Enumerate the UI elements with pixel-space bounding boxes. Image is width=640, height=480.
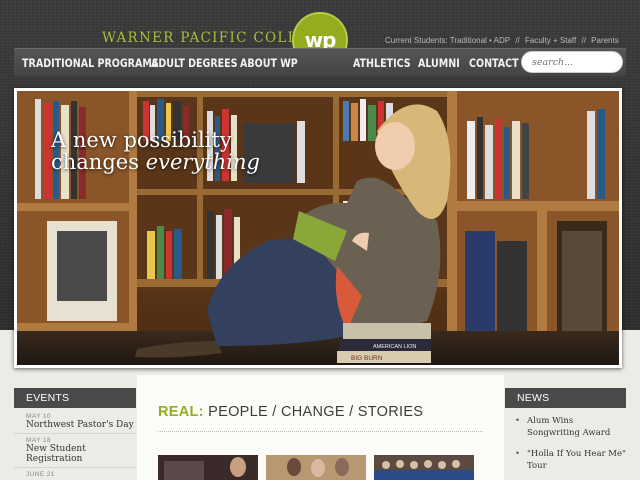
utility-links: Current Students: Traditional • ADP // F… (385, 36, 622, 45)
news-item[interactable]: Alum Wins Songwriting Award (505, 410, 626, 443)
event-item[interactable]: MAY 10 Northwest Pastor's Day (14, 410, 136, 434)
divider (158, 431, 483, 432)
news-heading: NEWS (505, 388, 626, 408)
book-stack: AMERICAN LION BIG BURN (337, 323, 431, 363)
nav-alumni[interactable]: ALUMNI (418, 56, 460, 70)
stories-heading: PEOPLE / CHANGE / STORIES (203, 404, 424, 420)
event-item[interactable]: MAY 18 New Student Registration (14, 434, 136, 468)
event-item[interactable]: JUNE 21 (14, 468, 136, 480)
nav-athletics[interactable]: ATHLETICS (353, 56, 411, 70)
nav-adult-degrees[interactable]: ADULT DEGREES (151, 56, 238, 70)
nav-traditional-programs[interactable]: TRADITIONAL PROGRAMS (22, 56, 159, 70)
news-item[interactable]: "Holla If You Hear Me" Tour (505, 443, 626, 476)
story-thumbnail[interactable] (158, 455, 258, 480)
stories-accent: REAL: (158, 404, 204, 420)
events-list: MAY 10 Northwest Pastor's Day MAY 18 New… (14, 410, 136, 480)
hero-tagline: A new possibility changes everything (51, 129, 260, 173)
nav-contact[interactable]: CONTACT (469, 56, 519, 70)
event-title[interactable]: Northwest Pastor's Day (26, 420, 136, 430)
book-title: BIG BURN (351, 355, 383, 362)
utility-separator: // (515, 36, 520, 45)
event-date: MAY 10 (26, 413, 51, 420)
event-date: JUNE 21 (26, 471, 55, 478)
stories-panel: REAL: PEOPLE / CHANGE / STORIES (137, 375, 504, 480)
utility-link-parents[interactable]: Parents (591, 36, 619, 45)
nav-about-wp[interactable]: ABOUT WP (240, 56, 298, 70)
utility-link-faculty-staff[interactable]: Faculty + Staff (525, 36, 576, 45)
stories-title: REAL: PEOPLE / CHANGE / STORIES (158, 404, 423, 420)
event-date: MAY 18 (26, 437, 51, 444)
utility-link-current-students[interactable]: Current Students: Traditional • ADP (385, 36, 510, 45)
tagline-line-1: A new possibility (51, 128, 232, 152)
tagline-emphasis: everything (145, 150, 260, 174)
event-title[interactable]: New Student Registration (26, 444, 136, 464)
search-input[interactable] (521, 51, 623, 73)
hero-banner[interactable]: AMERICAN LION BIG BURN A new possibility… (14, 88, 622, 368)
utility-separator: // (581, 36, 586, 45)
events-heading: EVENTS (14, 388, 136, 408)
book-title: AMERICAN LION (373, 344, 416, 350)
story-thumbnail[interactable] (266, 455, 366, 480)
news-list: Alum Wins Songwriting Award "Holla If Yo… (505, 410, 626, 476)
tagline-prefix: changes (51, 150, 146, 174)
tagline-line-2: changes everything (51, 151, 260, 173)
story-thumbnail[interactable] (374, 455, 474, 480)
